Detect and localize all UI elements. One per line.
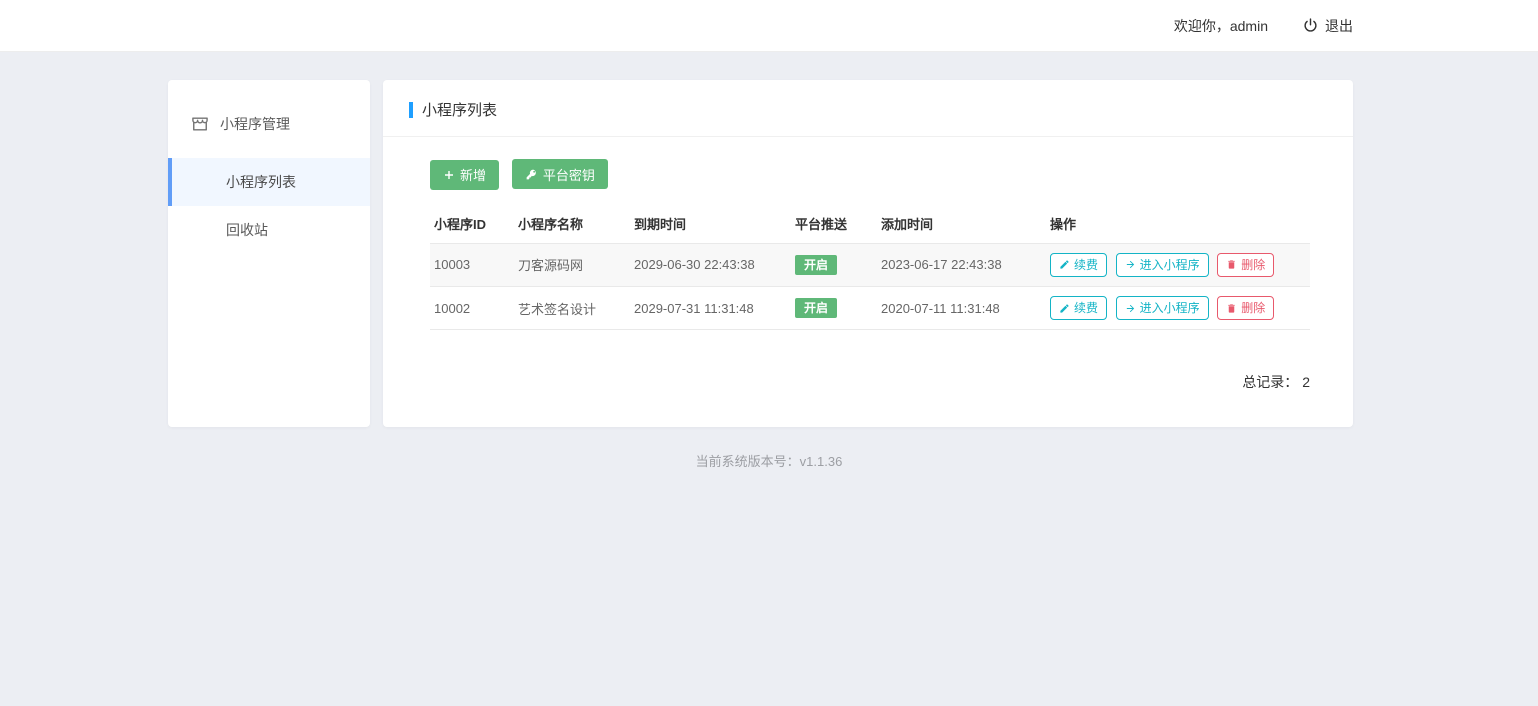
panel-body: 新增 平台密钥 小程序ID 小程序名称 到期时间 平台推送 (383, 137, 1353, 392)
push-status-badge: 开启 (795, 298, 837, 318)
key-icon (525, 168, 538, 181)
top-header: 欢迎你，admin 退出 (0, 0, 1538, 52)
cell-expire: 2029-07-31 11:31:48 (630, 286, 791, 329)
cell-added: 2023-06-17 22:43:38 (877, 243, 1046, 286)
system-version-text: 当前系统版本号：v1.1.36 (0, 451, 1538, 470)
enter-button-label: 进入小程序 (1140, 301, 1200, 315)
delete-button[interactable]: 删除 (1217, 253, 1274, 277)
col-header-expire: 到期时间 (630, 205, 791, 244)
table-header-row: 小程序ID 小程序名称 到期时间 平台推送 添加时间 操作 (430, 205, 1310, 244)
platform-key-button-label: 平台密钥 (543, 165, 595, 184)
toolbar: 新增 平台密钥 (430, 159, 1310, 190)
renew-button-label: 续费 (1074, 258, 1098, 272)
enter-button-label: 进入小程序 (1140, 258, 1200, 272)
power-icon (1302, 17, 1319, 34)
col-header-actions: 操作 (1046, 205, 1310, 244)
cell-id: 10002 (430, 286, 514, 329)
panel-header: 小程序列表 (383, 80, 1353, 137)
total-records: 总记录： 2 (430, 372, 1310, 392)
renew-button-label: 续费 (1074, 301, 1098, 315)
cell-actions: 续费 进入小程序 删除 (1046, 286, 1310, 329)
miniprogram-table: 小程序ID 小程序名称 到期时间 平台推送 添加时间 操作 10003 刀客源码… (430, 205, 1310, 331)
cell-added: 2020-07-11 11:31:48 (877, 286, 1046, 329)
add-button-label: 新增 (460, 165, 486, 184)
table-row: 10002 艺术签名设计 2029-07-31 11:31:48 开启 2020… (430, 286, 1310, 329)
pencil-icon (1059, 303, 1070, 314)
col-header-name: 小程序名称 (514, 205, 630, 244)
cell-expire: 2029-06-30 22:43:38 (630, 243, 791, 286)
sidebar-group-miniprogram[interactable]: 小程序管理 (168, 104, 370, 158)
delete-button[interactable]: 删除 (1217, 296, 1274, 320)
storefront-icon (190, 114, 210, 134)
trash-icon (1226, 303, 1237, 314)
welcome-text: 欢迎你，admin (1174, 16, 1268, 36)
total-records-value: 2 (1302, 374, 1310, 390)
delete-button-label: 删除 (1241, 301, 1265, 315)
content-area: 小程序管理 小程序列表 回收站 小程序列表 新增 (168, 80, 1353, 427)
sidebar-item-recycle-bin[interactable]: 回收站 (168, 206, 370, 254)
pencil-icon (1059, 259, 1070, 270)
col-header-push: 平台推送 (791, 205, 877, 244)
arrow-right-icon (1125, 303, 1136, 314)
cell-name: 刀客源码网 (514, 243, 630, 286)
renew-button[interactable]: 续费 (1050, 296, 1107, 320)
main-panel: 小程序列表 新增 平台密钥 (383, 80, 1353, 427)
col-header-added: 添加时间 (877, 205, 1046, 244)
title-accent-bar (409, 102, 413, 118)
col-header-id: 小程序ID (430, 205, 514, 244)
logout-label: 退出 (1325, 16, 1353, 36)
logout-button[interactable]: 退出 (1302, 16, 1353, 36)
trash-icon (1226, 259, 1237, 270)
sidebar: 小程序管理 小程序列表 回收站 (168, 80, 370, 427)
add-button[interactable]: 新增 (430, 160, 499, 190)
push-status-badge: 开启 (795, 255, 837, 275)
plus-icon (443, 169, 455, 181)
cell-id: 10003 (430, 243, 514, 286)
total-records-label: 总记录： (1242, 374, 1298, 390)
renew-button[interactable]: 续费 (1050, 253, 1107, 277)
arrow-right-icon (1125, 259, 1136, 270)
sidebar-group-label: 小程序管理 (220, 114, 290, 134)
sidebar-item-label: 回收站 (226, 222, 268, 238)
sidebar-item-miniprogram-list[interactable]: 小程序列表 (168, 158, 370, 206)
cell-actions: 续费 进入小程序 删除 (1046, 243, 1310, 286)
sidebar-item-label: 小程序列表 (226, 174, 296, 190)
page-title: 小程序列表 (422, 99, 497, 120)
enter-miniprogram-button[interactable]: 进入小程序 (1116, 296, 1209, 320)
enter-miniprogram-button[interactable]: 进入小程序 (1116, 253, 1209, 277)
platform-key-button[interactable]: 平台密钥 (512, 159, 608, 189)
cell-name: 艺术签名设计 (514, 286, 630, 329)
table-row: 10003 刀客源码网 2029-06-30 22:43:38 开启 2023-… (430, 243, 1310, 286)
delete-button-label: 删除 (1241, 258, 1265, 272)
